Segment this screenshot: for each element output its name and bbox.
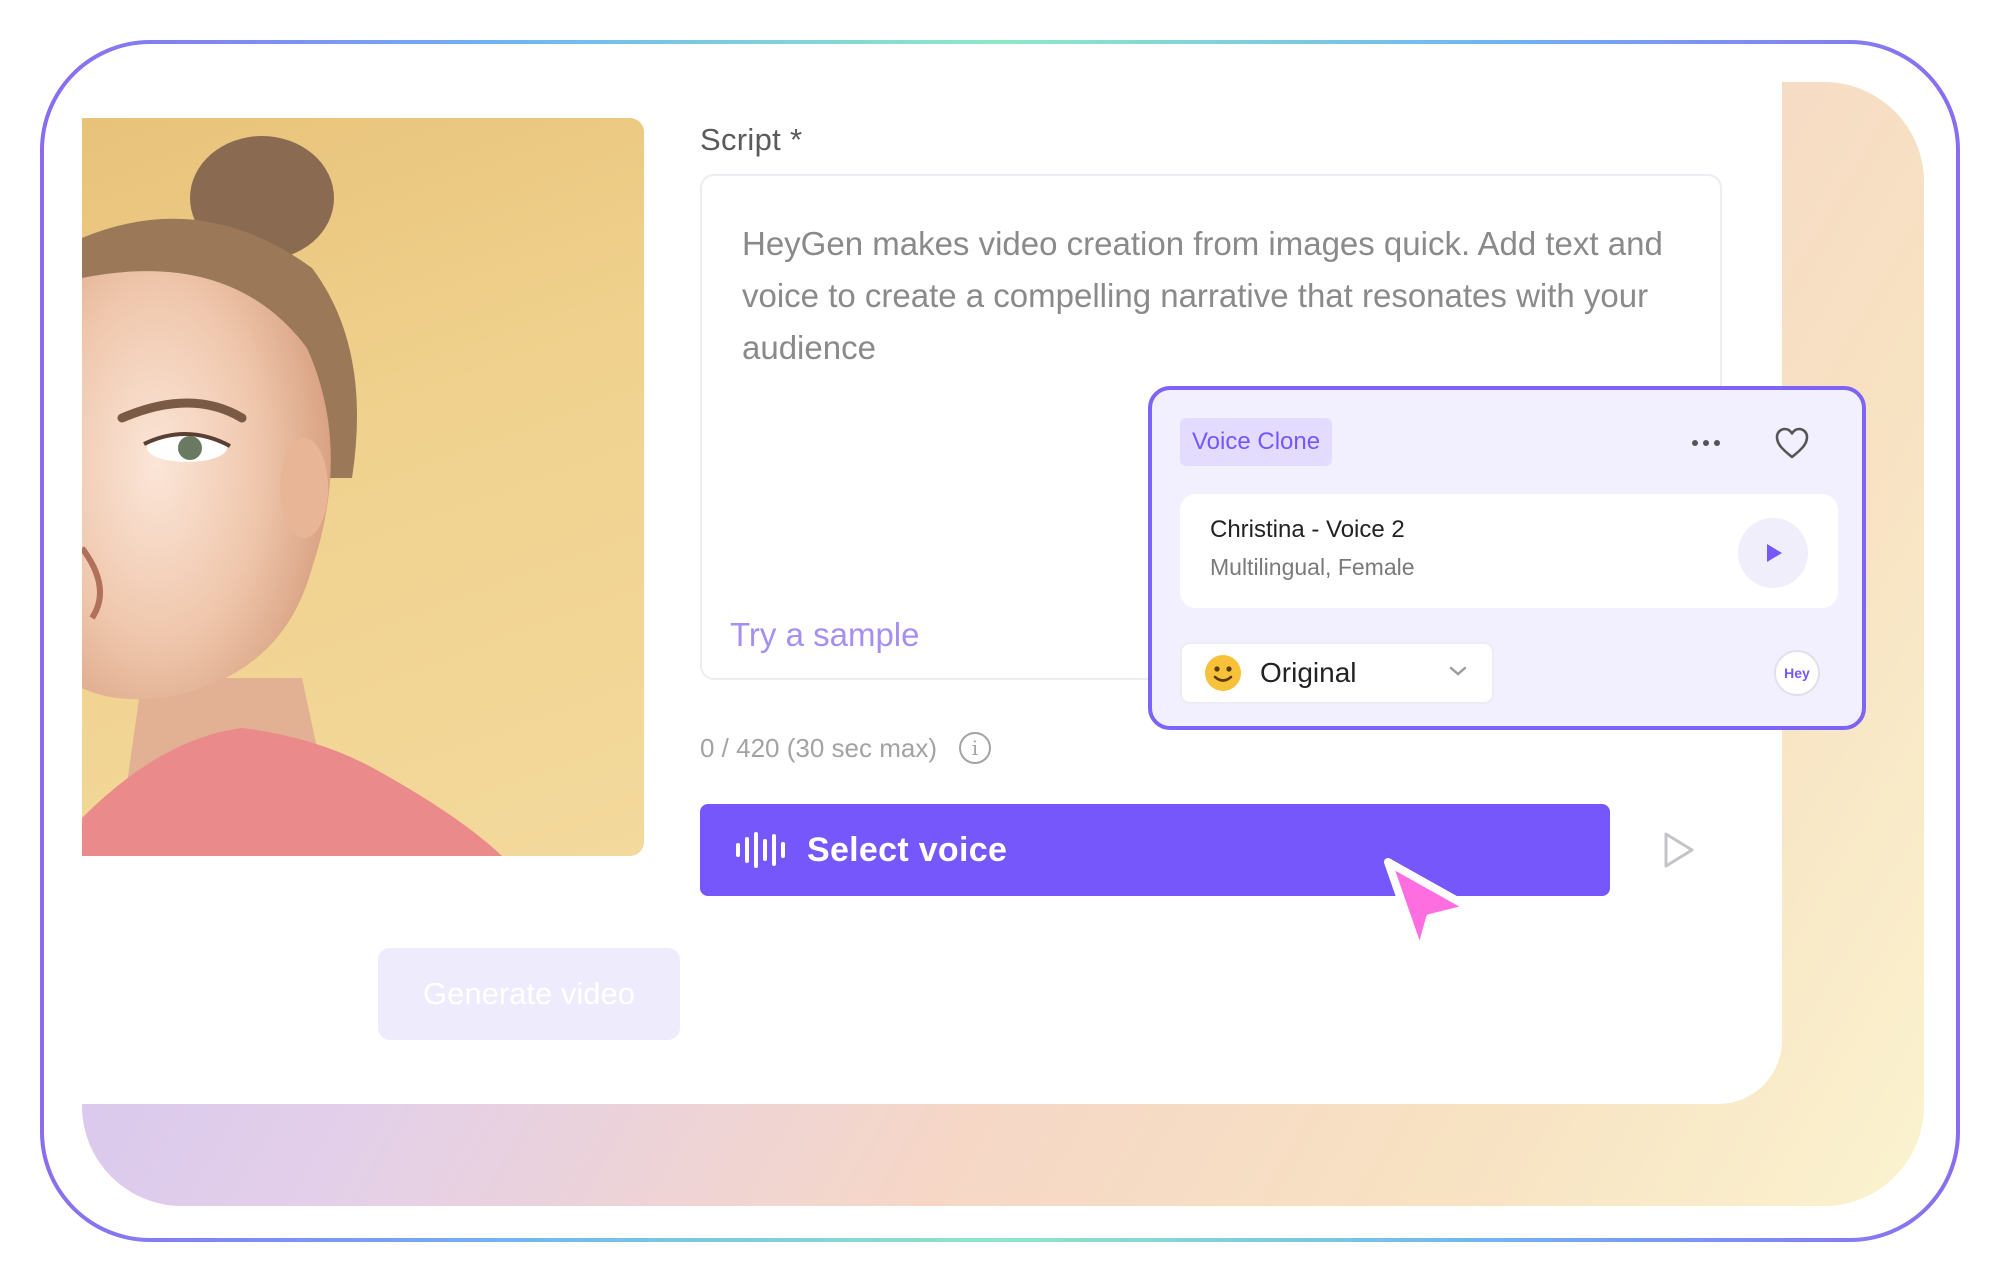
generate-video-label: Generate video: [423, 976, 635, 1011]
heygen-logo: Hey: [1774, 650, 1820, 696]
play-icon: [1767, 544, 1782, 562]
voice-style-label: Original: [1260, 657, 1357, 688]
audio-wave-icon: [736, 830, 785, 870]
voice-meta: Multilingual, Female: [1210, 554, 1415, 580]
avatar-photo: [82, 118, 644, 856]
chevron-down-icon: [1449, 666, 1467, 676]
voice-card: Voice Clone Christina - Voice 2 Multilin…: [1148, 386, 1866, 730]
generate-video-button[interactable]: Generate video: [378, 948, 680, 1040]
heart-icon[interactable]: [1774, 426, 1810, 460]
try-sample-link[interactable]: Try a sample: [730, 616, 920, 654]
counter-text: 0 / 420 (30 sec max): [700, 732, 937, 763]
script-text[interactable]: HeyGen makes video creation from images …: [742, 218, 1692, 374]
frame-inner: Script * HeyGen makes video creation fro…: [44, 44, 1956, 1238]
character-counter: 0 / 420 (30 sec max) i: [700, 732, 991, 764]
select-voice-label: Select voice: [807, 830, 1008, 869]
voice-option[interactable]: Christina - Voice 2 Multilingual, Female: [1180, 494, 1838, 608]
voice-clone-badge: Voice Clone: [1180, 418, 1333, 466]
play-preview-icon[interactable]: [1656, 828, 1700, 872]
heygen-logo-text: Hey: [1784, 665, 1810, 681]
voice-name: Christina - Voice 2: [1210, 516, 1405, 543]
outer-frame: Script * HeyGen makes video creation fro…: [40, 40, 1960, 1242]
info-icon[interactable]: i: [959, 732, 991, 764]
play-voice-button[interactable]: [1738, 518, 1808, 588]
smile-emoji-icon: [1205, 655, 1241, 691]
portrait-illustration: [82, 136, 502, 856]
voice-style-select[interactable]: Original: [1180, 642, 1494, 704]
script-label: Script *: [700, 122, 803, 157]
more-options-icon[interactable]: [1692, 440, 1720, 446]
cursor-pointer-icon: [1384, 858, 1474, 958]
